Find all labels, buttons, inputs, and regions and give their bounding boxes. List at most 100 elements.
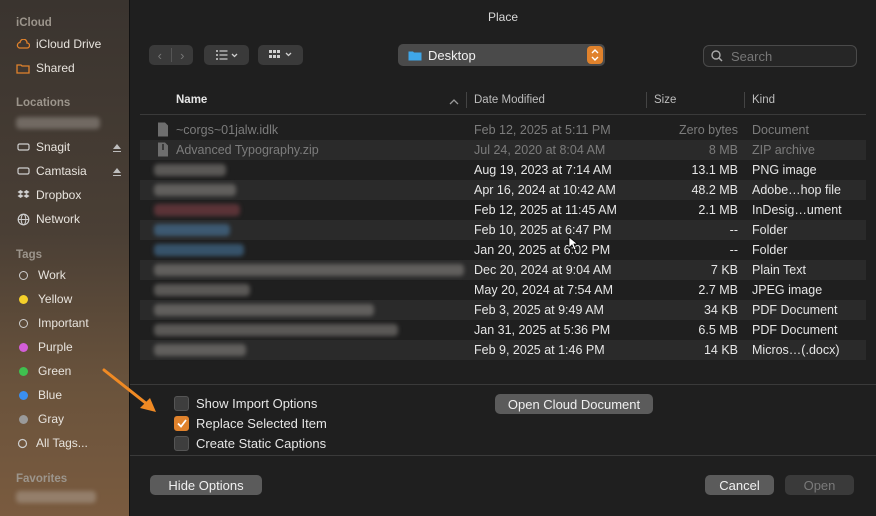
sidebar-item-label: All Tags... bbox=[36, 436, 88, 450]
table-row[interactable]: Dec 20, 2024 at 9:04 AM 7 KB Plain Text bbox=[140, 260, 866, 280]
hide-options-button[interactable]: Hide Options bbox=[150, 475, 262, 495]
file-kind: Document bbox=[752, 123, 809, 137]
table-row[interactable]: ~corgs~01jalw.idlk Feb 12, 2025 at 5:11 … bbox=[140, 120, 866, 140]
sidebar-section-icloud: iCloud bbox=[16, 17, 52, 29]
redacted-file-name bbox=[154, 184, 236, 196]
option-label: Replace Selected Item bbox=[196, 415, 327, 431]
file-date: Feb 10, 2025 at 6:47 PM bbox=[474, 223, 612, 237]
replace-selected-item[interactable]: Replace Selected Item bbox=[174, 414, 327, 432]
column-kind[interactable]: Kind bbox=[752, 94, 775, 106]
chevron-updown-icon bbox=[587, 46, 603, 64]
redacted-file-name bbox=[154, 204, 240, 216]
file-kind: Folder bbox=[752, 223, 788, 237]
file-size: 13.1 MB bbox=[691, 163, 738, 177]
search-field[interactable]: Search bbox=[703, 45, 857, 67]
network-icon bbox=[16, 212, 30, 226]
sidebar-item-shared[interactable]: Shared bbox=[16, 58, 75, 78]
table-row[interactable]: Jan 20, 2025 at 6:02 PM -- Folder bbox=[140, 236, 866, 260]
sidebar-tag-important[interactable]: Important bbox=[16, 313, 89, 333]
sidebar-tag-gray[interactable]: Gray bbox=[16, 409, 64, 429]
file-kind: PNG image bbox=[752, 163, 817, 177]
location-label: Desktop bbox=[428, 47, 476, 63]
file-date: Feb 9, 2025 at 1:46 PM bbox=[474, 343, 605, 357]
show-import-options[interactable]: Show Import Options bbox=[174, 394, 317, 412]
file-size: 7 KB bbox=[710, 263, 738, 277]
file-date: Feb 12, 2025 at 5:11 PM bbox=[474, 123, 611, 137]
file-size: -- bbox=[729, 223, 738, 237]
sidebar-tag-purple[interactable]: Purple bbox=[16, 337, 73, 357]
table-row[interactable]: Aug 19, 2023 at 7:14 AM 13.1 MB PNG imag… bbox=[140, 160, 866, 180]
zip-icon bbox=[158, 142, 168, 157]
cancel-button[interactable]: Cancel bbox=[705, 475, 774, 495]
shared-folder-icon bbox=[16, 61, 30, 75]
column-separator bbox=[744, 92, 745, 108]
sidebar-tag-all-tags[interactable]: All Tags... bbox=[16, 433, 88, 453]
column-size[interactable]: Size bbox=[654, 94, 676, 106]
grid-view-icon bbox=[268, 50, 291, 58]
file-date: Apr 16, 2024 at 10:42 AM bbox=[474, 183, 616, 197]
option-label: Show Import Options bbox=[196, 395, 318, 411]
eject-icon[interactable] bbox=[112, 142, 122, 152]
dropbox-icon bbox=[16, 188, 30, 202]
table-row[interactable]: Feb 10, 2025 at 6:47 PM -- Folder bbox=[140, 220, 866, 240]
sidebar-item-camtasia[interactable]: Camtasia bbox=[16, 161, 121, 181]
file-kind: Adobe…hop file bbox=[752, 183, 841, 197]
checkbox[interactable] bbox=[174, 395, 189, 411]
table-row[interactable]: Feb 12, 2025 at 11:45 AM 2.1 MB InDesig…… bbox=[140, 200, 866, 220]
sidebar-item-label: Camtasia bbox=[36, 164, 87, 178]
column-date-modified[interactable]: Date Modified bbox=[474, 94, 545, 106]
sidebar-item-label: iCloud Drive bbox=[36, 37, 102, 51]
open-cloud-document-button[interactable]: Open Cloud Document bbox=[495, 394, 653, 414]
file-date: Dec 20, 2024 at 9:04 AM bbox=[474, 263, 612, 277]
sidebar-tag-yellow[interactable]: Yellow bbox=[16, 289, 72, 309]
redacted-favorite bbox=[16, 491, 96, 503]
location-popup[interactable]: Desktop bbox=[398, 44, 605, 66]
table-row[interactable]: Jan 31, 2025 at 5:36 PM 6.5 MB PDF Docum… bbox=[140, 320, 866, 340]
file-kind: ZIP archive bbox=[752, 143, 815, 157]
column-header: Name Date Modified Size Kind bbox=[140, 90, 866, 110]
sidebar-item-label: Purple bbox=[38, 340, 73, 354]
sidebar-tag-work[interactable]: Work bbox=[16, 265, 66, 285]
column-name[interactable]: Name bbox=[176, 94, 207, 106]
checkbox-checked[interactable] bbox=[174, 415, 189, 431]
sidebar-item-icloud-drive[interactable]: iCloud Drive bbox=[16, 34, 101, 54]
checkmark-icon bbox=[176, 418, 187, 428]
file-size: 2.7 MB bbox=[698, 283, 738, 297]
table-row[interactable]: Feb 9, 2025 at 1:46 PM 14 KB Micros…(.do… bbox=[140, 340, 866, 360]
forward-icon[interactable]: › bbox=[172, 48, 194, 63]
file-date: Feb 12, 2025 at 11:45 AM bbox=[474, 203, 617, 217]
list-view-icon bbox=[215, 50, 237, 60]
file-size: 14 KB bbox=[703, 343, 738, 357]
file-date: Aug 19, 2023 at 7:14 AM bbox=[474, 163, 612, 177]
sidebar-item-label: Green bbox=[38, 364, 72, 378]
table-row[interactable]: Advanced Typography.zip Jul 24, 2020 at … bbox=[140, 140, 866, 160]
file-kind: Folder bbox=[752, 243, 788, 257]
redacted-file-name bbox=[154, 244, 244, 256]
search-input[interactable]: Search bbox=[731, 49, 772, 64]
sidebar-item-network[interactable]: Network bbox=[16, 209, 80, 229]
checkbox[interactable] bbox=[174, 435, 189, 451]
file-dialog: Place ‹ › Desktop Search Name Date Modif… bbox=[130, 0, 876, 516]
redacted-file-name bbox=[154, 224, 230, 236]
redacted-file-name bbox=[154, 344, 246, 356]
file-date: Jan 20, 2025 at 6:02 PM bbox=[474, 243, 611, 257]
option-label: Create Static Captions bbox=[196, 435, 327, 451]
sidebar-section-locations: Locations bbox=[16, 97, 71, 109]
back-icon[interactable]: ‹ bbox=[149, 48, 171, 63]
file-size: Zero bytes bbox=[678, 123, 738, 137]
table-row[interactable]: Apr 16, 2024 at 10:42 AM 48.2 MB Adobe…h… bbox=[140, 180, 866, 200]
sidebar-tag-blue[interactable]: Blue bbox=[16, 385, 62, 405]
table-row[interactable]: May 20, 2024 at 7:54 AM 2.7 MB JPEG imag… bbox=[140, 280, 866, 300]
list-view-button[interactable] bbox=[204, 45, 249, 65]
table-row[interactable]: Feb 3, 2025 at 9:49 AM 34 KB PDF Documen… bbox=[140, 300, 866, 320]
create-static-captions[interactable]: Create Static Captions bbox=[174, 434, 326, 452]
sidebar-tag-green[interactable]: Green bbox=[16, 361, 71, 381]
grid-view-button[interactable] bbox=[258, 45, 303, 65]
document-icon bbox=[158, 122, 168, 137]
eject-icon[interactable] bbox=[112, 166, 122, 176]
redacted-file-name bbox=[154, 264, 464, 276]
tag-outline-icon bbox=[19, 318, 28, 328]
sidebar-item-snagit[interactable]: Snagit bbox=[16, 137, 121, 157]
open-button[interactable]: Open bbox=[785, 475, 854, 495]
sidebar-item-dropbox[interactable]: Dropbox bbox=[16, 185, 81, 205]
